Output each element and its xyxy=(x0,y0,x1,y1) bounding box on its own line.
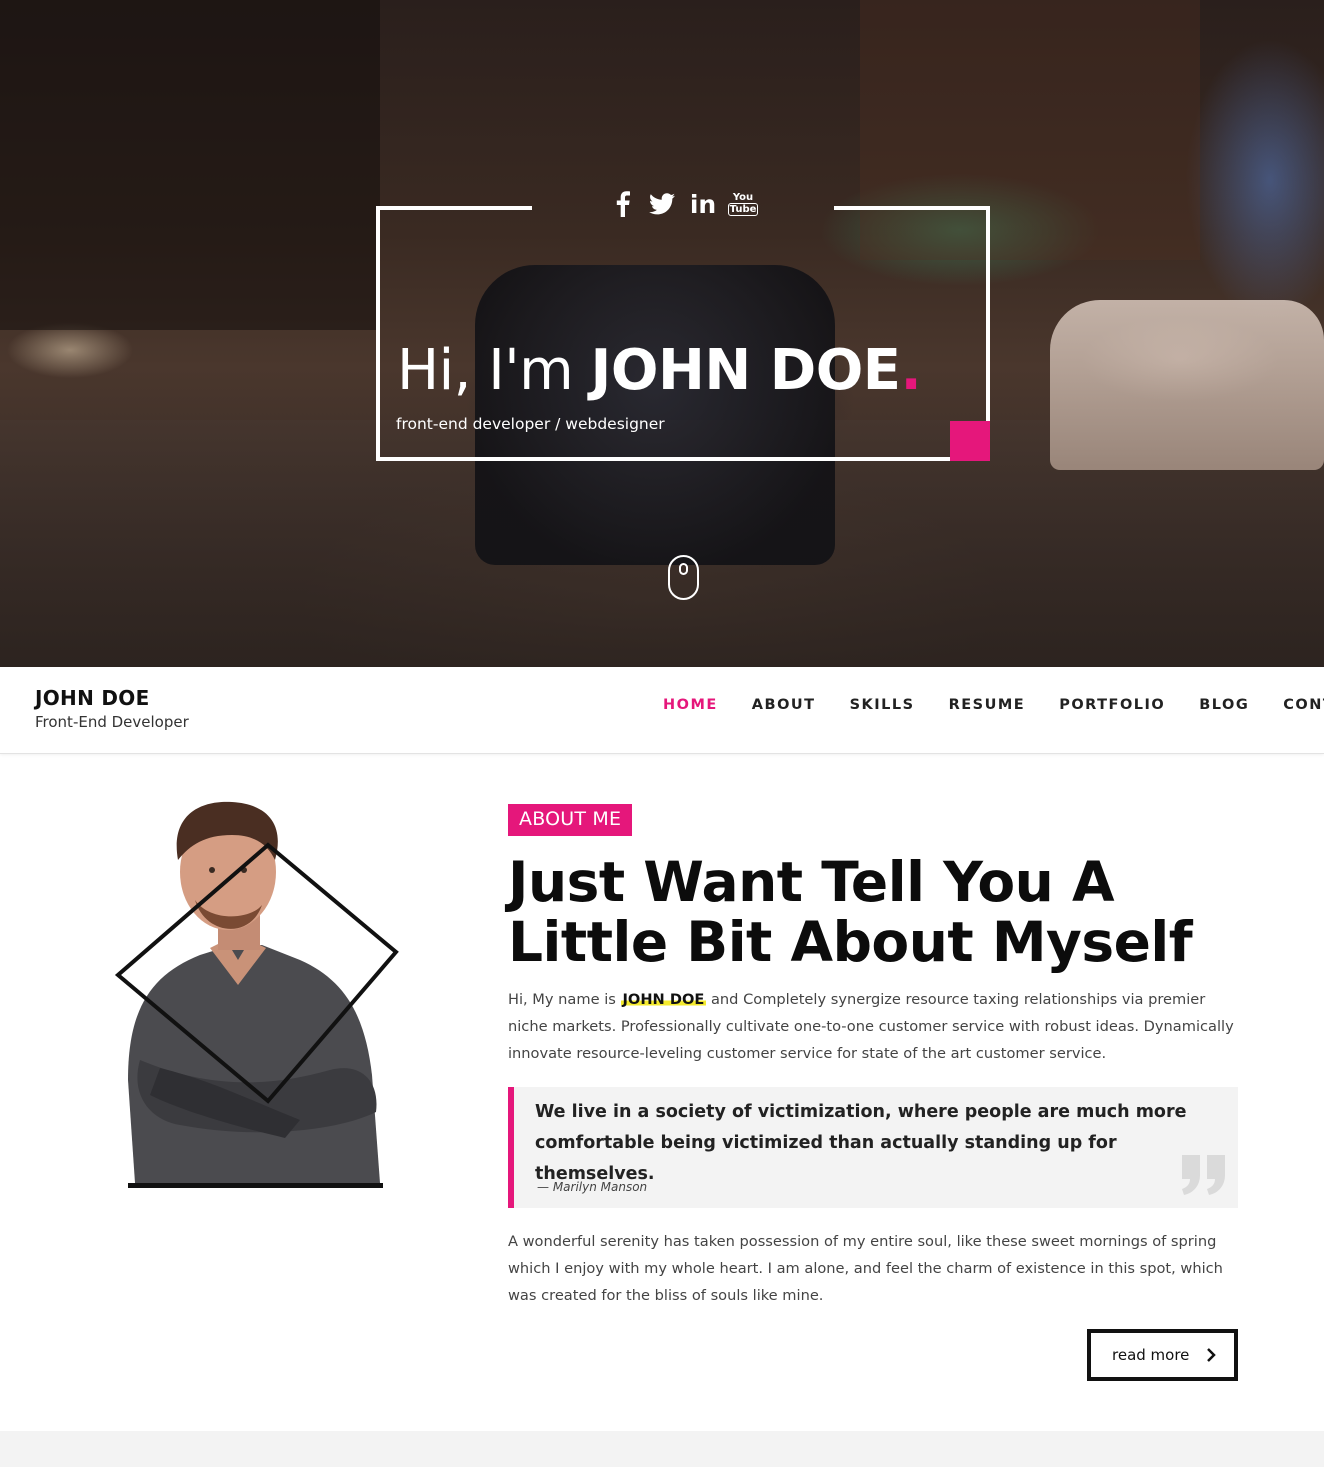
hero-subtitle: front-end developer / webdesigner xyxy=(396,415,665,433)
about-title-line: Little Bit About Myself xyxy=(508,910,1193,974)
read-more-label: read more xyxy=(1112,1346,1190,1364)
accent-square xyxy=(950,421,990,461)
chevron-right-icon xyxy=(1207,1348,1216,1362)
linkedin-icon[interactable]: in xyxy=(690,186,716,222)
nav-item-skills[interactable]: SKILLS xyxy=(850,697,915,713)
scroll-down-mouse-icon[interactable] xyxy=(668,555,699,600)
navbar: JOHN DOE Front-End Developer HOME ABOUT … xyxy=(0,667,1324,754)
nav-item-about[interactable]: ABOUT xyxy=(752,697,816,713)
hero-background-taxi xyxy=(1050,300,1324,470)
hero-title: Hi, I'm JOHN DOE. xyxy=(397,338,922,403)
quote-mark-icon xyxy=(1182,1155,1225,1195)
youtube-icon-text: You xyxy=(732,192,754,203)
brand-name: JOHN DOE xyxy=(35,686,150,710)
nav-item-home[interactable]: HOME xyxy=(663,697,718,713)
nav-item-contact[interactable]: CONTACT xyxy=(1283,697,1324,713)
quote-text: We live in a society of victimization, w… xyxy=(535,1102,1187,1184)
quote-block: We live in a society of victimization, w… xyxy=(508,1087,1238,1208)
nav-item-blog[interactable]: BLOG xyxy=(1199,697,1249,713)
hero-name: JOHN DOE xyxy=(590,338,902,403)
hero-title-dot: . xyxy=(900,338,922,403)
quote-author: — Marilyn Manson xyxy=(537,1180,648,1194)
twitter-icon[interactable] xyxy=(648,186,676,222)
youtube-icon-text: Tube xyxy=(727,203,759,216)
hero-greeting: Hi, I'm xyxy=(397,338,591,403)
hero-background-building xyxy=(0,0,380,330)
about-title-line: Just Want Tell You A xyxy=(508,850,1115,914)
next-section-strip xyxy=(0,1431,1324,1467)
brand[interactable]: JOHN DOE Front-End Developer xyxy=(35,686,189,731)
about-paragraph: A wonderful serenity has taken possessio… xyxy=(508,1233,1223,1304)
read-more-button[interactable]: read more xyxy=(1087,1329,1238,1381)
facebook-icon[interactable] xyxy=(612,186,634,222)
social-links: in You Tube xyxy=(612,186,759,222)
brand-role: Front-End Developer xyxy=(35,713,189,731)
about-intro-text: Hi, My name is xyxy=(508,991,621,1008)
hero-section: in You Tube Hi, I'm JOHN DOE. front-end … xyxy=(0,0,1324,667)
highlighted-name: JOHN DOE xyxy=(620,991,707,1008)
portrait-base-line xyxy=(128,1183,383,1188)
about-title: Just Want Tell You A Little Bit About My… xyxy=(508,852,1268,972)
about-intro: Hi, My name is JOHN DOE and Completely s… xyxy=(508,986,1238,1067)
about-badge: ABOUT ME xyxy=(508,804,633,836)
nav-item-resume[interactable]: RESUME xyxy=(949,697,1026,713)
youtube-icon[interactable]: You Tube xyxy=(727,186,759,222)
nav-item-portfolio[interactable]: PORTFOLIO xyxy=(1059,697,1165,713)
main-nav: HOME ABOUT SKILLS RESUME PORTFOLIO BLOG … xyxy=(663,697,1324,713)
